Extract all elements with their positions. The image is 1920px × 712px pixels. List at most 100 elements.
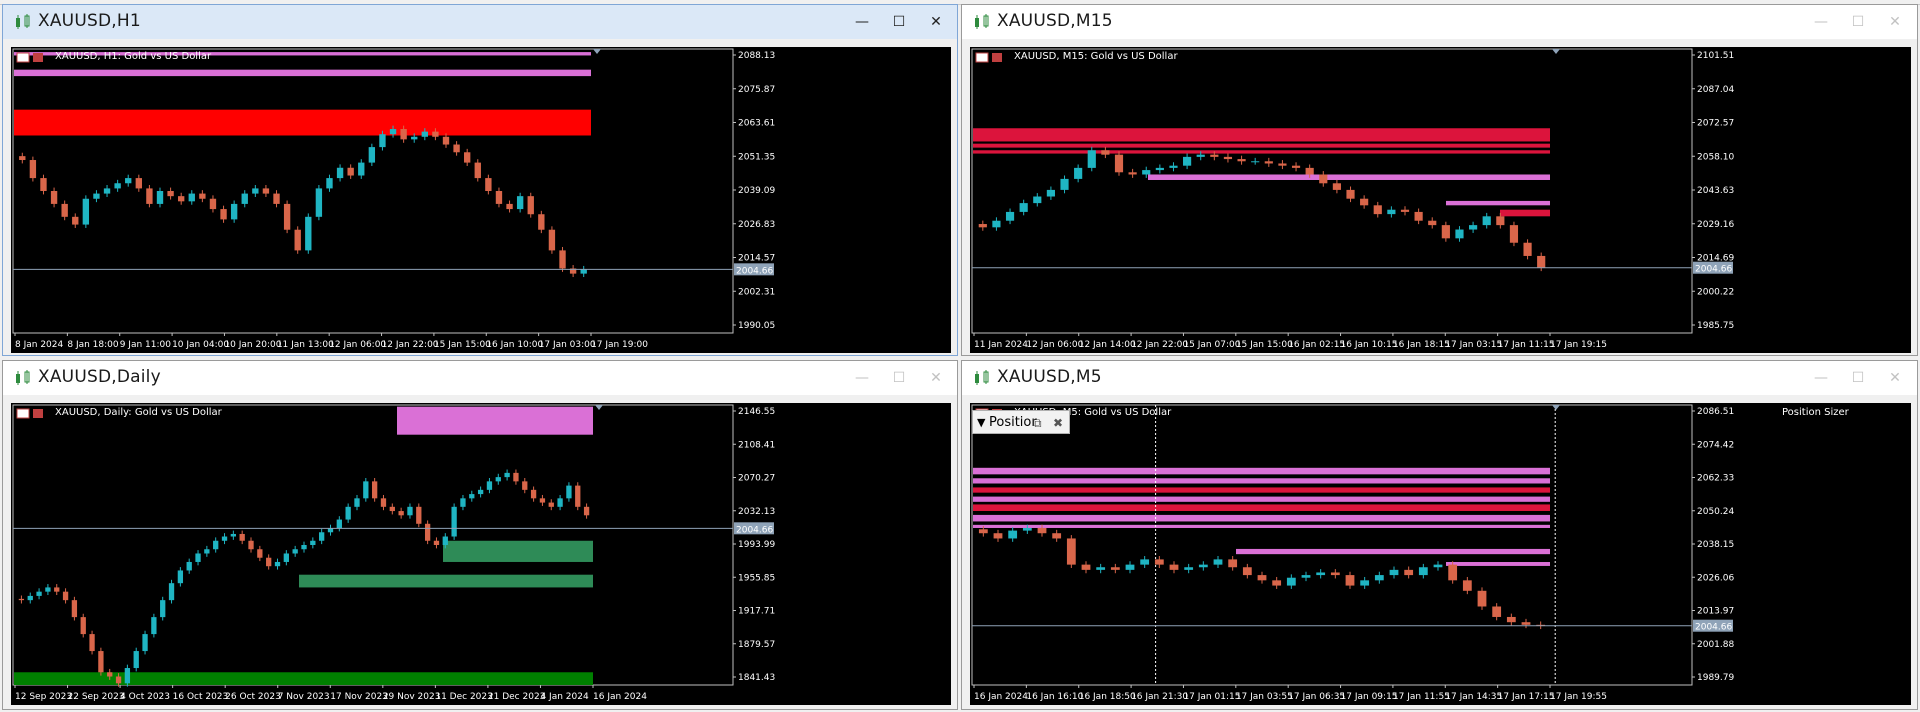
candle-body xyxy=(1081,564,1091,570)
candle-body xyxy=(230,203,238,220)
price-chart[interactable]: 2086.51 2074.42 2062.33 2050.24 2038.15 2026.… xyxy=(970,403,1911,705)
candle-body xyxy=(1278,163,1287,166)
candle-body xyxy=(1037,527,1047,534)
close-button[interactable]: ✕ xyxy=(1884,368,1906,388)
price-chart[interactable]: 2088.13 2075.87 2063.61 2051.35 2039.09 2026.… xyxy=(11,47,951,353)
candle-body xyxy=(368,147,376,163)
maximize-button[interactable]: ☐ xyxy=(1847,12,1869,32)
x-tick-label: 8 Jan 18:00 xyxy=(67,340,119,350)
candle-body xyxy=(1506,616,1516,623)
chart-window-m5[interactable]: XAUUSD,M5 — ☐ ✕ 2086.51 2074.42 2062.33 205… xyxy=(961,360,1918,710)
candle-body xyxy=(125,178,132,184)
plot-frame xyxy=(12,404,734,686)
y-tick-label: 1917.71 xyxy=(738,607,775,617)
x-tick-label: 12 Jan 06:00 xyxy=(329,340,386,350)
minimize-button[interactable]: — xyxy=(1810,12,1832,32)
candle-body xyxy=(239,533,245,541)
chart-window-h1[interactable]: XAUUSD,H1 — ☐ ✕ 2088.13 2075.87 2063.61 205… xyxy=(2,4,958,356)
y-tick-label: 1841.43 xyxy=(738,673,775,683)
window-title: XAUUSD,M5 xyxy=(997,367,1102,387)
maximize-button[interactable]: ☐ xyxy=(1847,368,1869,388)
candle-body xyxy=(1022,527,1032,531)
candle-body xyxy=(1128,172,1137,175)
position-sizer-title: Positior xyxy=(989,415,1037,430)
title-bar[interactable]: XAUUSD,M15 — ☐ ✕ xyxy=(962,5,1917,39)
close-button[interactable]: ✕ xyxy=(925,368,947,388)
price-tag-label: 2004.66 xyxy=(736,525,773,535)
title-bar[interactable]: XAUUSD,M5 — ☐ ✕ xyxy=(962,361,1917,395)
y-tick-label: 2014.57 xyxy=(738,254,775,264)
chart-area[interactable]: 2101.51 2087.04 2072.57 2058.10 2043.63 2029.… xyxy=(970,47,1911,353)
candle-body xyxy=(283,553,289,562)
x-tick-label: 21 Dec 2023 xyxy=(488,692,545,702)
candle-body xyxy=(1096,567,1106,570)
candle-body xyxy=(1005,211,1015,221)
candle-body xyxy=(177,570,184,584)
position-sizer-label[interactable]: Position Sizer xyxy=(1782,407,1849,418)
candle-body xyxy=(1316,572,1326,576)
candle-body xyxy=(315,188,323,217)
candle-body xyxy=(1154,559,1164,565)
candle-body xyxy=(72,216,79,225)
window-title: XAUUSD,H1 xyxy=(38,11,141,31)
candle-body xyxy=(188,193,195,202)
candle-body xyxy=(566,485,572,499)
title-bar[interactable]: XAUUSD,Daily — ☐ ✕ xyxy=(3,361,957,395)
price-tag-label: 2004.66 xyxy=(1695,623,1732,633)
price-chart[interactable]: 2146.55 2108.41 2070.27 2032.13 1993.99 1955.… xyxy=(11,403,951,705)
chart-area[interactable]: 2146.55 2108.41 2070.27 2032.13 1993.99 1955.… xyxy=(11,403,951,705)
demand-zone xyxy=(443,540,593,562)
restore-icon[interactable]: ⧉ xyxy=(1033,411,1042,435)
minimize-button[interactable]: — xyxy=(851,368,873,388)
maximize-button[interactable]: ☐ xyxy=(888,12,910,32)
y-tick-label: 2050.24 xyxy=(1697,507,1734,517)
candle-body xyxy=(160,600,166,618)
candle-body xyxy=(1319,174,1328,184)
candle-body xyxy=(474,162,481,179)
chart-window-m15[interactable]: XAUUSD,M15 — ☐ ✕ 2101.51 2087.04 2072.57 20… xyxy=(961,4,1918,356)
y-tick-label: 1879.57 xyxy=(738,640,775,650)
maximize-button[interactable]: ☐ xyxy=(888,368,910,388)
x-tick-label: 16 Jan 21:30 xyxy=(1131,692,1188,702)
candle-body xyxy=(209,198,217,210)
candle-body xyxy=(274,561,281,567)
position-sizer-panel[interactable]: ▼ Positior ⧉ ✖ xyxy=(972,410,1070,434)
triangle-down-icon[interactable]: ▼ xyxy=(977,411,985,435)
title-bar[interactable]: XAUUSD,H1 — ☐ ✕ xyxy=(3,5,957,39)
candle-body xyxy=(513,472,519,482)
chart-area[interactable]: 2088.13 2075.87 2063.61 2051.35 2039.09 2026.… xyxy=(11,47,951,353)
minimize-button[interactable]: — xyxy=(851,12,873,32)
minimize-button[interactable]: — xyxy=(1810,368,1832,388)
chart-window-daily[interactable]: XAUUSD,Daily — ☐ ✕ 2146.55 2108.41 2070.27… xyxy=(2,360,958,710)
candle-body xyxy=(1213,559,1223,565)
candle-body xyxy=(580,269,587,274)
y-tick-label: 2013.97 xyxy=(1697,607,1734,617)
candle-body xyxy=(1433,564,1443,568)
window-title: XAUUSD,Daily xyxy=(38,367,161,387)
candle-body xyxy=(1374,575,1384,581)
candle-body xyxy=(1509,225,1519,243)
y-tick-label: 2088.13 xyxy=(738,51,775,61)
candle-body xyxy=(156,191,164,204)
close-button[interactable]: ✕ xyxy=(1884,12,1906,32)
candle-body xyxy=(168,583,175,601)
candle-body xyxy=(1523,242,1532,256)
candle-body xyxy=(241,193,248,204)
candle-body xyxy=(213,540,219,550)
chart-area[interactable]: 2086.51 2074.42 2062.33 2050.24 2038.15 2026.… xyxy=(970,403,1911,705)
candle-body xyxy=(257,549,263,558)
supply-zone xyxy=(973,143,1550,148)
close-button[interactable]: ✕ xyxy=(925,12,947,32)
candle-body xyxy=(453,144,460,153)
chart-shift-marker xyxy=(1552,49,1560,54)
candle-body xyxy=(1441,225,1450,239)
supply-zone xyxy=(14,109,591,136)
x-tick-label: 16 Jan 2024 xyxy=(974,692,1028,702)
close-icon[interactable]: ✖ xyxy=(1053,411,1063,435)
x-tick-label: 11 Jan 2024 xyxy=(974,340,1028,350)
price-chart[interactable]: 2101.51 2087.04 2072.57 2058.10 2043.63 2029.… xyxy=(970,47,1911,353)
candle-body xyxy=(1387,209,1396,215)
candle-body xyxy=(389,506,395,512)
candle-body xyxy=(495,477,501,482)
candle-body xyxy=(548,502,554,507)
